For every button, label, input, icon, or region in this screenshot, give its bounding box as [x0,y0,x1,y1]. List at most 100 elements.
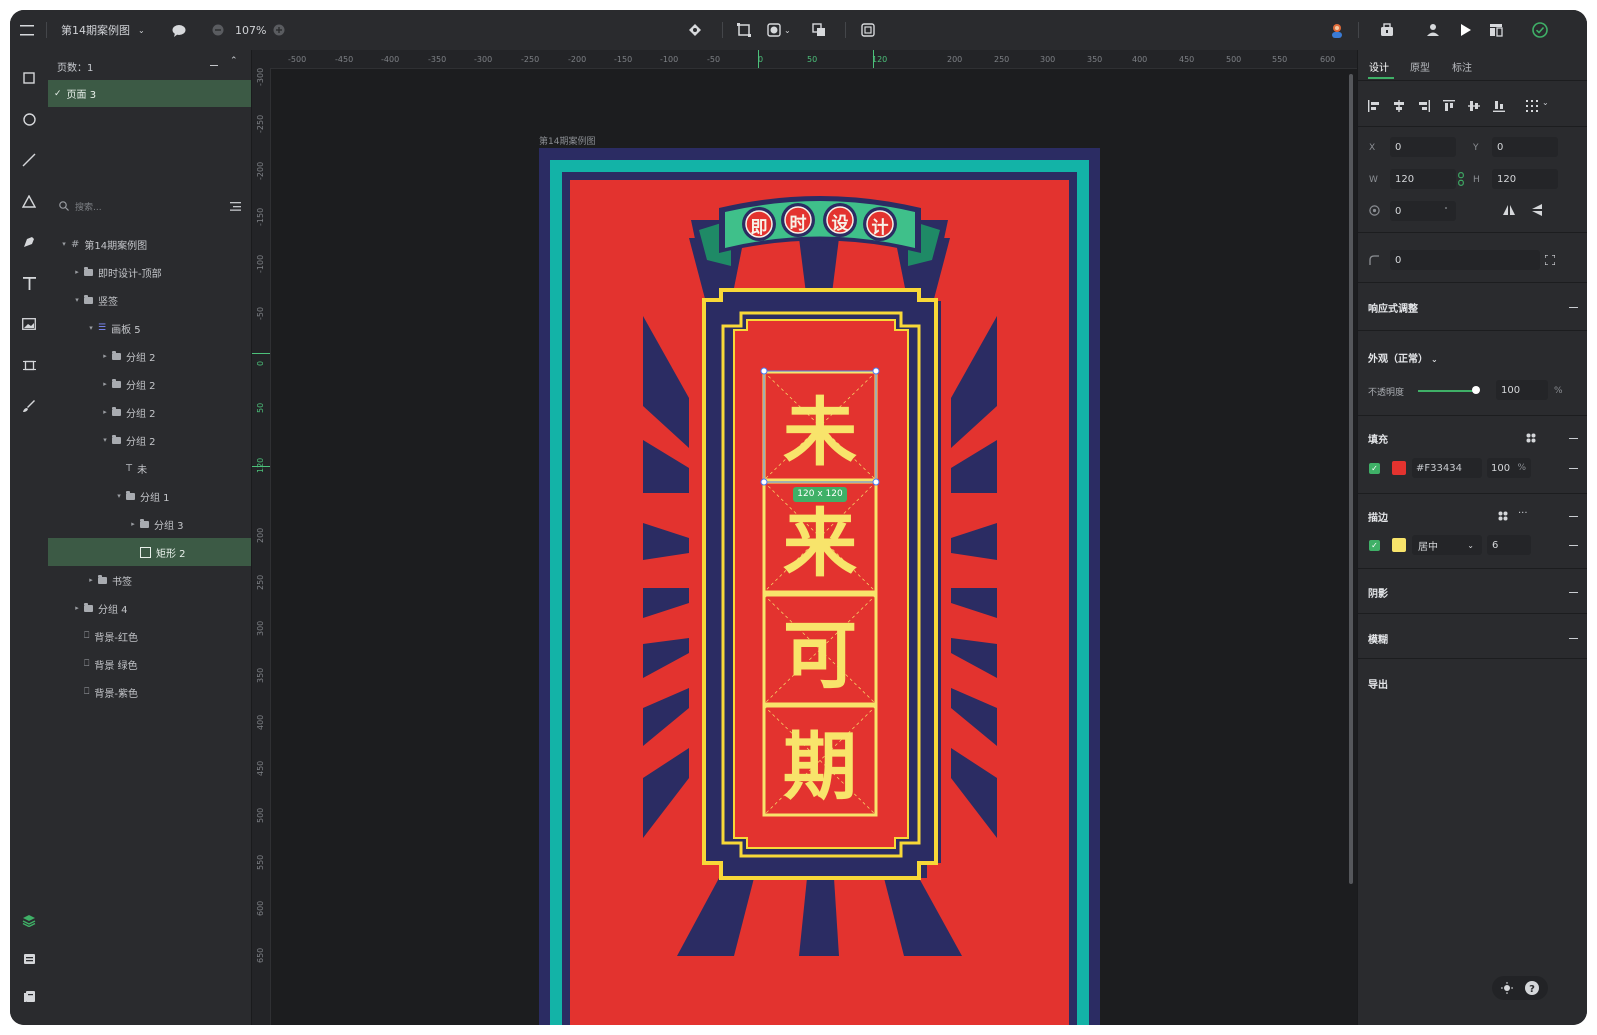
export-section-title[interactable]: 导出 [1368,676,1388,691]
appearance-dropdown[interactable]: 外观（正常） ⌄ [1368,350,1438,365]
chevron-up-icon[interactable]: ⌃ [230,56,238,66]
layers-panel-icon[interactable] [19,910,39,930]
layer-row[interactable]: ⎕ 背景 绿色 [48,650,251,678]
blur-toggle-icon[interactable] [1569,638,1578,639]
layer-row[interactable]: ▾ 分组 1 [48,482,251,510]
assets-panel-icon[interactable] [19,948,39,968]
layer-row[interactable]: ▾ 竖签 [48,286,251,314]
crop-icon[interactable] [861,10,875,50]
fill-opacity-field[interactable]: 100% [1487,458,1531,478]
artwork-frame[interactable]: 即 时 设 计 未 来 可 期 120 x 120 [539,148,1100,1025]
stroke-enabled-checkbox[interactable]: ✓ [1369,540,1380,551]
distribute-icon[interactable] [1526,100,1538,112]
shadow-toggle-icon[interactable] [1569,592,1578,593]
caret-down-icon[interactable]: ▾ [114,492,124,500]
remove-stroke-row-icon[interactable] [1569,545,1578,546]
canvas[interactable]: -500 -450 -400 -350 -300 -250 -200 -150 -100 -50 0… [252,50,1357,1025]
comment-icon[interactable] [172,10,186,50]
stroke-color-swatch[interactable] [1392,538,1406,552]
opacity-field[interactable]: 100 [1496,380,1548,400]
layer-row[interactable]: 矩形 2 [48,538,251,566]
collapse-icon[interactable] [1569,307,1578,308]
blur-section-title[interactable]: 模糊 [1368,631,1388,646]
height-field[interactable]: 120 [1492,169,1558,189]
caret-down-icon[interactable]: ▾ [72,296,82,304]
text-tool-icon[interactable] [19,273,39,293]
frame-tool-icon[interactable] [737,10,751,50]
link-ratio-icon[interactable] [1458,172,1464,186]
layer-row[interactable]: ▾ # 第14期案例图 [48,230,251,258]
image-tool-icon[interactable] [19,314,39,334]
align-center-h-icon[interactable] [1393,100,1405,112]
caret-right-icon[interactable]: ▸ [72,604,82,612]
fill-enabled-checkbox[interactable]: ✓ [1369,463,1380,474]
remove-fill-row-icon[interactable] [1569,468,1578,469]
chevron-down-icon[interactable]: ⌄ [1542,98,1549,107]
flip-vertical-icon[interactable] [1531,204,1543,216]
layer-row[interactable]: ▸ 分组 2 [48,398,251,426]
share-user-icon[interactable] [1426,10,1441,50]
layer-search[interactable]: 搜索... [48,192,251,220]
layer-row[interactable]: ⎕ 背景-紫色 [48,678,251,706]
canvas-vertical-scrollbar[interactable] [1349,74,1353,884]
tab-annotate[interactable]: 标注 [1452,59,1472,74]
layout-icon[interactable] [1489,10,1503,50]
stroke-position-select[interactable]: 居中 ⌄ [1412,535,1482,555]
boolean-icon[interactable] [812,10,826,50]
caret-right-icon[interactable]: ▸ [72,268,82,276]
align-center-v-icon[interactable] [1468,100,1480,112]
stroke-width-field[interactable]: 6 [1487,535,1531,555]
main-char[interactable]: 期 [764,706,876,815]
caret-right-icon[interactable]: ▸ [128,520,138,528]
remove-stroke-icon[interactable] [1569,516,1578,517]
component-icon[interactable] [688,10,702,50]
rotation-field[interactable]: 0 ˚ [1390,201,1456,221]
layer-row[interactable]: ▸ 分组 3 [48,510,251,538]
mask-icon[interactable]: ⌄ [767,10,791,50]
layer-row[interactable]: ▾ 分组 2 [48,426,251,454]
y-field[interactable]: 0 [1492,137,1558,157]
layer-row[interactable]: T未 [48,454,251,482]
layer-row[interactable]: ⎕ 背景-红色 [48,622,251,650]
line-tool-icon[interactable] [19,150,39,170]
caret-right-icon[interactable]: ▸ [100,408,110,416]
library-panel-icon[interactable] [19,986,39,1006]
caret-down-icon[interactable]: ▾ [100,436,110,444]
triangle-tool-icon[interactable] [19,191,39,211]
layer-row[interactable]: ▸ 书签 [48,566,251,594]
tab-design[interactable]: 设计 [1369,59,1389,74]
play-icon[interactable] [1460,10,1472,50]
main-char[interactable]: 未 [764,372,876,480]
flip-horizontal-icon[interactable] [1503,204,1515,216]
layer-row[interactable]: ▾ ☰ 画板 5 [48,314,251,342]
brush-tool-icon[interactable] [19,396,39,416]
caret-down-icon[interactable]: ▾ [59,240,69,248]
align-right-icon[interactable] [1418,100,1430,112]
caret-right-icon[interactable]: ▸ [86,576,96,584]
corner-radius-field[interactable]: 0 [1390,250,1540,270]
plugin-icon[interactable] [1380,10,1394,50]
help-icon[interactable]: ? [1525,981,1539,995]
opacity-slider-handle[interactable] [1472,386,1480,394]
search-input[interactable]: 搜索... [75,200,102,213]
rectangle-tool-icon[interactable] [19,68,39,88]
layer-row[interactable]: ▸ 即时设计-顶部 [48,258,251,286]
zoom-in-icon[interactable] [273,10,285,50]
file-name-dropdown[interactable]: 第14期案例图 ⌄ [61,10,145,50]
layer-row[interactable]: ▸ 分组 2 [48,342,251,370]
shadow-section-title[interactable]: 阴影 [1368,585,1388,600]
frame-label[interactable]: 第14期案例图 [539,134,595,147]
more-options-icon[interactable]: ··· [1518,508,1528,519]
caret-right-icon[interactable]: ▸ [100,380,110,388]
main-char[interactable]: 可 [764,595,876,704]
align-left-icon[interactable] [1368,100,1380,112]
opacity-slider[interactable] [1418,390,1476,392]
theme-toggle-icon[interactable] [1501,982,1513,994]
layer-row[interactable]: ▸ 分组 2 [48,370,251,398]
align-bottom-icon[interactable] [1493,100,1505,112]
layer-row[interactable]: ▸ 分组 4 [48,594,251,622]
page-item[interactable]: ✓ 页面 3 [48,80,251,107]
menu-icon[interactable] [20,10,38,50]
x-field[interactable]: 0 [1390,137,1456,157]
zoom-level[interactable]: 107% [235,10,266,50]
